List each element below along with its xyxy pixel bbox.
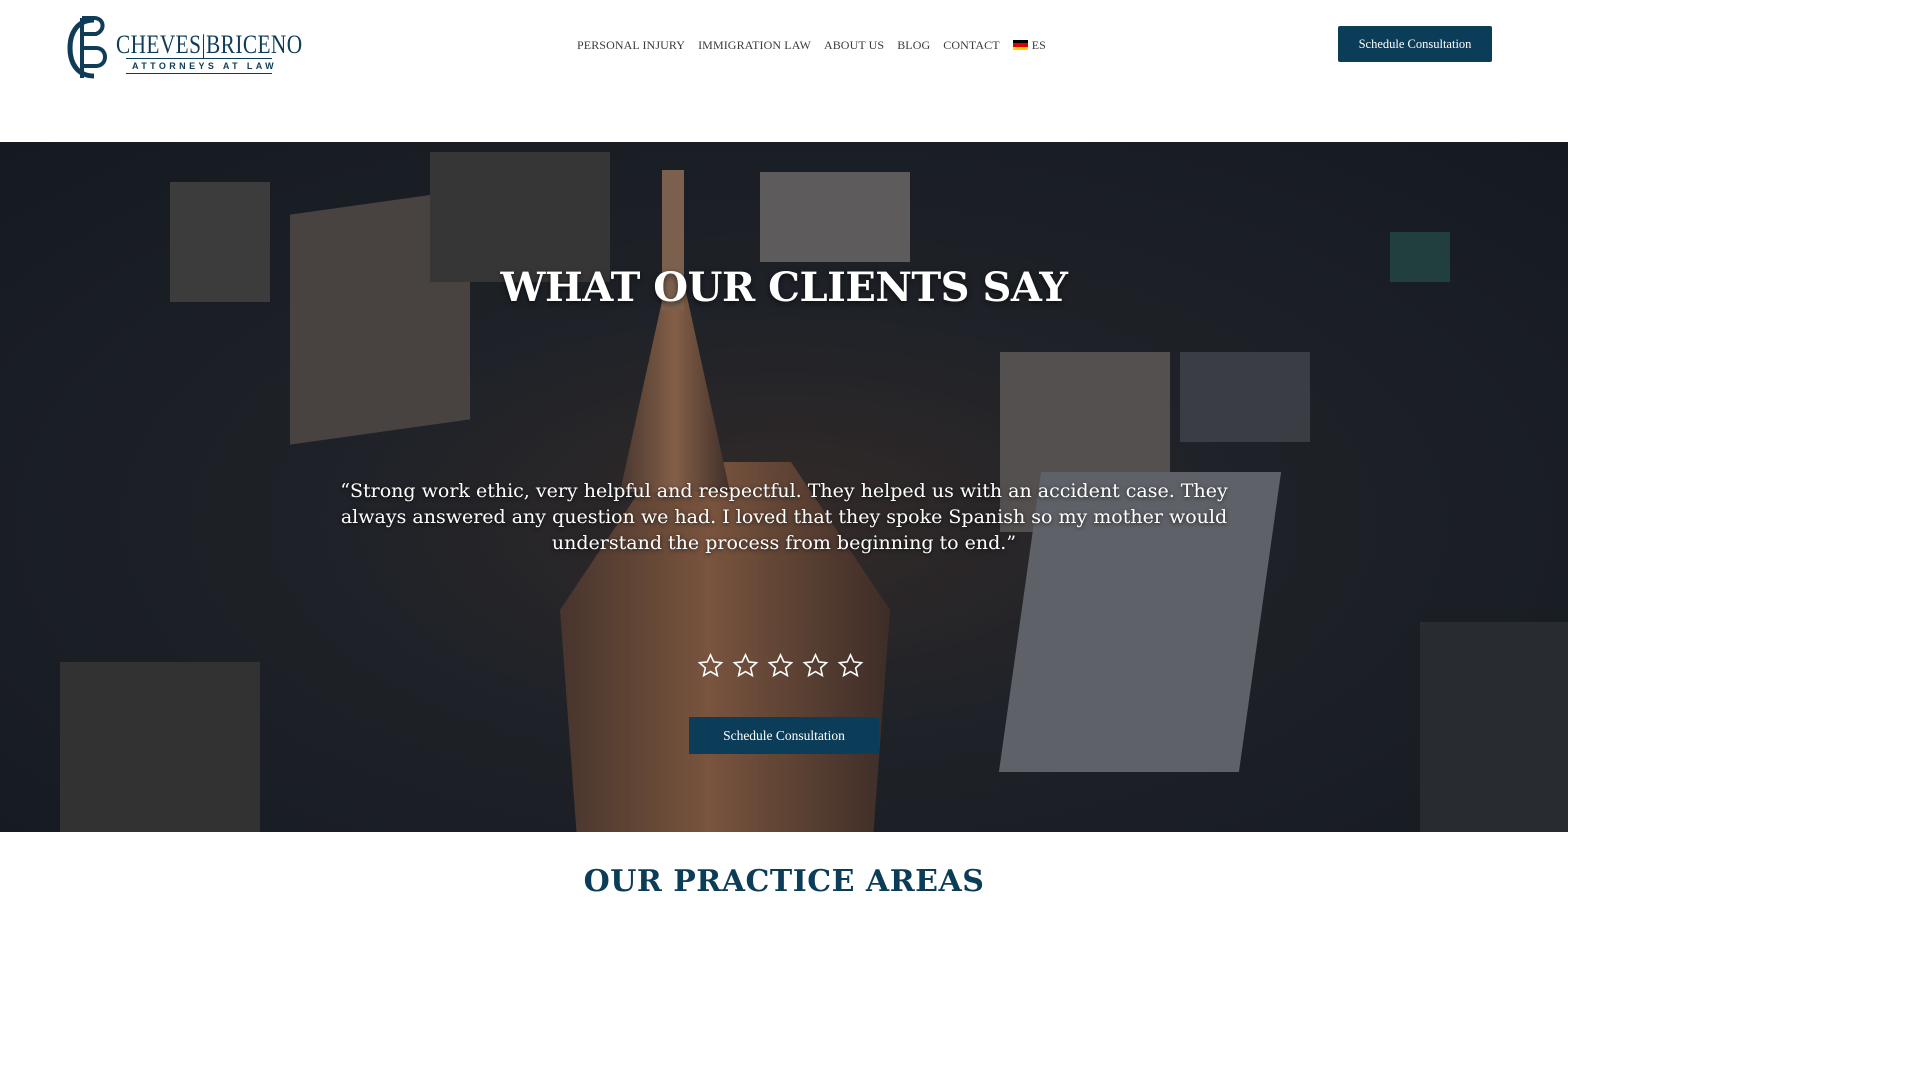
monogram-logo-icon [67,16,107,79]
hero-title: WHAT OUR CLIENTS SAY [500,264,1068,311]
logo-rule-bottom [126,73,272,74]
star-icon [732,652,759,678]
flag-icon [1012,40,1028,50]
nav-personal-injury[interactable]: PERSONAL INJURY [577,38,685,53]
nav-blog[interactable]: BLOG [897,38,930,53]
brand-name: CHEVES|BRICENO [116,30,303,59]
star-icon [767,652,794,678]
schedule-consultation-hero-button[interactable]: Schedule Consultation [689,717,879,754]
language-label: ES [1031,38,1046,52]
testimonial-hero: WHAT OUR CLIENTS SAY “Strong work ethic,… [0,142,1568,832]
practice-areas-heading: OUR PRACTICE AREAS [583,864,985,899]
language-switcher[interactable]: ES [1012,38,1046,53]
nav-contact[interactable]: CONTACT [943,38,999,53]
schedule-consultation-header-button[interactable]: Schedule Consultation [1338,26,1492,62]
rating-stars [697,652,864,679]
site-header: CHEVES|BRICENO ATTORNEYS AT LAW PERSONAL… [0,0,1568,142]
star-icon [802,652,829,678]
star-icon [837,652,864,678]
star-icon [697,652,724,678]
nav-immigration-law[interactable]: IMMIGRATION LAW [698,38,811,53]
nav-about-us[interactable]: ABOUT US [824,38,884,53]
testimonial-quote: “Strong work ethic, very helpful and res… [340,480,1228,554]
brand-tagline: ATTORNEYS AT LAW [132,61,278,71]
brand-logo[interactable]: CHEVES|BRICENO ATTORNEYS AT LAW [64,14,302,84]
main-nav: PERSONAL INJURY IMMIGRATION LAW ABOUT US… [577,38,1046,53]
